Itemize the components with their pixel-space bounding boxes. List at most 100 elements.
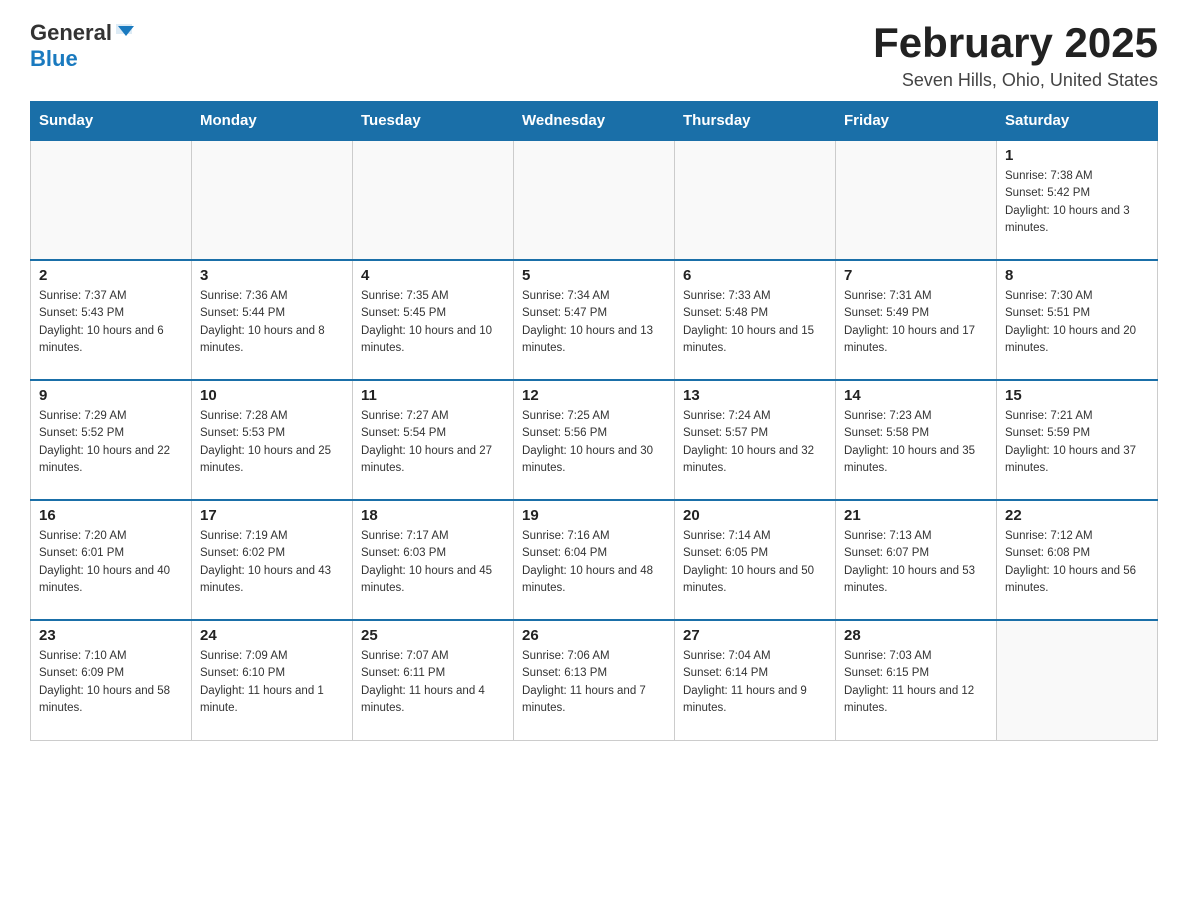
day-info: Sunrise: 7:07 AMSunset: 6:11 PMDaylight:… — [361, 648, 505, 717]
table-row: 1 Sunrise: 7:38 AMSunset: 5:42 PMDaylight… — [997, 140, 1158, 260]
month-title: February 2025 — [873, 20, 1158, 66]
day-number: 14 — [844, 387, 988, 404]
day-number: 16 — [39, 507, 183, 524]
calendar-week-row: 23 Sunrise: 7:10 AMSunset: 6:09 PMDayligh… — [31, 620, 1158, 740]
table-row — [514, 140, 675, 260]
table-row: 19 Sunrise: 7:16 AMSunset: 6:04 PMDayligh… — [514, 500, 675, 620]
day-info: Sunrise: 7:09 AMSunset: 6:10 PMDaylight:… — [200, 648, 344, 717]
logo-text-blue: Blue — [30, 46, 78, 71]
table-row: 14 Sunrise: 7:23 AMSunset: 5:58 PMDayligh… — [836, 380, 997, 500]
day-number: 6 — [683, 267, 827, 284]
day-info: Sunrise: 7:03 AMSunset: 6:15 PMDaylight:… — [844, 648, 988, 717]
day-number: 5 — [522, 267, 666, 284]
day-number: 18 — [361, 507, 505, 524]
day-info: Sunrise: 7:13 AMSunset: 6:07 PMDaylight:… — [844, 528, 988, 597]
table-row — [675, 140, 836, 260]
day-number: 13 — [683, 387, 827, 404]
day-number: 27 — [683, 627, 827, 644]
table-row — [353, 140, 514, 260]
day-number: 10 — [200, 387, 344, 404]
table-row: 2Sunrise: 7:37 AMSunset: 5:43 PMDaylight… — [31, 260, 192, 380]
day-info: Sunrise: 7:37 AMSunset: 5:43 PMDaylight:… — [39, 288, 183, 357]
title-section: February 2025 Seven Hills, Ohio, United … — [873, 20, 1158, 91]
logo-arrow-icon — [114, 20, 136, 42]
day-info: Sunrise: 7:21 AMSunset: 5:59 PMDaylight:… — [1005, 408, 1149, 477]
col-friday: Friday — [836, 102, 997, 141]
day-number: 15 — [1005, 387, 1149, 404]
table-row: 13 Sunrise: 7:24 AMSunset: 5:57 PMDayligh… — [675, 380, 836, 500]
table-row: 23 Sunrise: 7:10 AMSunset: 6:09 PMDayligh… — [31, 620, 192, 740]
day-number: 1 — [1005, 147, 1149, 164]
col-wednesday: Wednesday — [514, 102, 675, 141]
table-row: 24Sunrise: 7:09 AMSunset: 6:10 PMDayligh… — [192, 620, 353, 740]
table-row: 18 Sunrise: 7:17 AMSunset: 6:03 PMDayligh… — [353, 500, 514, 620]
day-number: 7 — [844, 267, 988, 284]
table-row: 12Sunrise: 7:25 AMSunset: 5:56 PMDayligh… — [514, 380, 675, 500]
table-row: 22 Sunrise: 7:12 AMSunset: 6:08 PMDayligh… — [997, 500, 1158, 620]
table-row: 25 Sunrise: 7:07 AMSunset: 6:11 PMDayligh… — [353, 620, 514, 740]
day-number: 11 — [361, 387, 505, 404]
calendar-week-row: 9 Sunrise: 7:29 AMSunset: 5:52 PMDaylight… — [31, 380, 1158, 500]
day-number: 28 — [844, 627, 988, 644]
day-number: 22 — [1005, 507, 1149, 524]
table-row: 27 Sunrise: 7:04 AMSunset: 6:14 PMDayligh… — [675, 620, 836, 740]
location-subtitle: Seven Hills, Ohio, United States — [873, 70, 1158, 91]
table-row: 9 Sunrise: 7:29 AMSunset: 5:52 PMDaylight… — [31, 380, 192, 500]
col-monday: Monday — [192, 102, 353, 141]
day-info: Sunrise: 7:25 AMSunset: 5:56 PMDaylight:… — [522, 408, 666, 477]
calendar-week-row: 1 Sunrise: 7:38 AMSunset: 5:42 PMDaylight… — [31, 140, 1158, 260]
day-info: Sunrise: 7:36 AMSunset: 5:44 PMDaylight:… — [200, 288, 344, 357]
day-number: 21 — [844, 507, 988, 524]
col-thursday: Thursday — [675, 102, 836, 141]
col-tuesday: Tuesday — [353, 102, 514, 141]
day-number: 8 — [1005, 267, 1149, 284]
table-row — [192, 140, 353, 260]
day-info: Sunrise: 7:24 AMSunset: 5:57 PMDaylight:… — [683, 408, 827, 477]
day-number: 9 — [39, 387, 183, 404]
table-row: 20Sunrise: 7:14 AMSunset: 6:05 PMDayligh… — [675, 500, 836, 620]
table-row: 26Sunrise: 7:06 AMSunset: 6:13 PMDayligh… — [514, 620, 675, 740]
day-info: Sunrise: 7:19 AMSunset: 6:02 PMDaylight:… — [200, 528, 344, 597]
table-row: 10Sunrise: 7:28 AMSunset: 5:53 PMDayligh… — [192, 380, 353, 500]
table-row — [836, 140, 997, 260]
day-info: Sunrise: 7:29 AMSunset: 5:52 PMDaylight:… — [39, 408, 183, 477]
calendar-table: Sunday Monday Tuesday Wednesday Thursday… — [30, 101, 1158, 741]
day-number: 17 — [200, 507, 344, 524]
table-row: 5 Sunrise: 7:34 AMSunset: 5:47 PMDaylight… — [514, 260, 675, 380]
table-row: 11 Sunrise: 7:27 AMSunset: 5:54 PMDayligh… — [353, 380, 514, 500]
table-row: 21 Sunrise: 7:13 AMSunset: 6:07 PMDayligh… — [836, 500, 997, 620]
table-row — [997, 620, 1158, 740]
day-info: Sunrise: 7:38 AMSunset: 5:42 PMDaylight:… — [1005, 168, 1149, 237]
day-number: 23 — [39, 627, 183, 644]
day-info: Sunrise: 7:16 AMSunset: 6:04 PMDaylight:… — [522, 528, 666, 597]
table-row: 4Sunrise: 7:35 AMSunset: 5:45 PMDaylight… — [353, 260, 514, 380]
col-saturday: Saturday — [997, 102, 1158, 141]
day-info: Sunrise: 7:20 AMSunset: 6:01 PMDaylight:… — [39, 528, 183, 597]
table-row: 8 Sunrise: 7:30 AMSunset: 5:51 PMDaylight… — [997, 260, 1158, 380]
day-info: Sunrise: 7:34 AMSunset: 5:47 PMDaylight:… — [522, 288, 666, 357]
day-info: Sunrise: 7:12 AMSunset: 6:08 PMDaylight:… — [1005, 528, 1149, 597]
day-info: Sunrise: 7:23 AMSunset: 5:58 PMDaylight:… — [844, 408, 988, 477]
table-row: 7Sunrise: 7:31 AMSunset: 5:49 PMDaylight… — [836, 260, 997, 380]
calendar-week-row: 2Sunrise: 7:37 AMSunset: 5:43 PMDaylight… — [31, 260, 1158, 380]
calendar-week-row: 16 Sunrise: 7:20 AMSunset: 6:01 PMDayligh… — [31, 500, 1158, 620]
day-number: 25 — [361, 627, 505, 644]
calendar-header-row: Sunday Monday Tuesday Wednesday Thursday… — [31, 102, 1158, 141]
table-row — [31, 140, 192, 260]
day-info: Sunrise: 7:33 AMSunset: 5:48 PMDaylight:… — [683, 288, 827, 357]
logo-text-general: General — [30, 20, 112, 46]
day-number: 26 — [522, 627, 666, 644]
day-info: Sunrise: 7:30 AMSunset: 5:51 PMDaylight:… — [1005, 288, 1149, 357]
day-info: Sunrise: 7:10 AMSunset: 6:09 PMDaylight:… — [39, 648, 183, 717]
logo: General Blue — [30, 20, 136, 72]
day-info: Sunrise: 7:27 AMSunset: 5:54 PMDaylight:… — [361, 408, 505, 477]
day-number: 4 — [361, 267, 505, 284]
page-header: General Blue February 2025 Seven Hills, … — [30, 20, 1158, 91]
day-number: 19 — [522, 507, 666, 524]
day-info: Sunrise: 7:04 AMSunset: 6:14 PMDaylight:… — [683, 648, 827, 717]
day-number: 20 — [683, 507, 827, 524]
day-info: Sunrise: 7:17 AMSunset: 6:03 PMDaylight:… — [361, 528, 505, 597]
table-row: 6 Sunrise: 7:33 AMSunset: 5:48 PMDaylight… — [675, 260, 836, 380]
table-row: 3Sunrise: 7:36 AMSunset: 5:44 PMDaylight… — [192, 260, 353, 380]
col-sunday: Sunday — [31, 102, 192, 141]
